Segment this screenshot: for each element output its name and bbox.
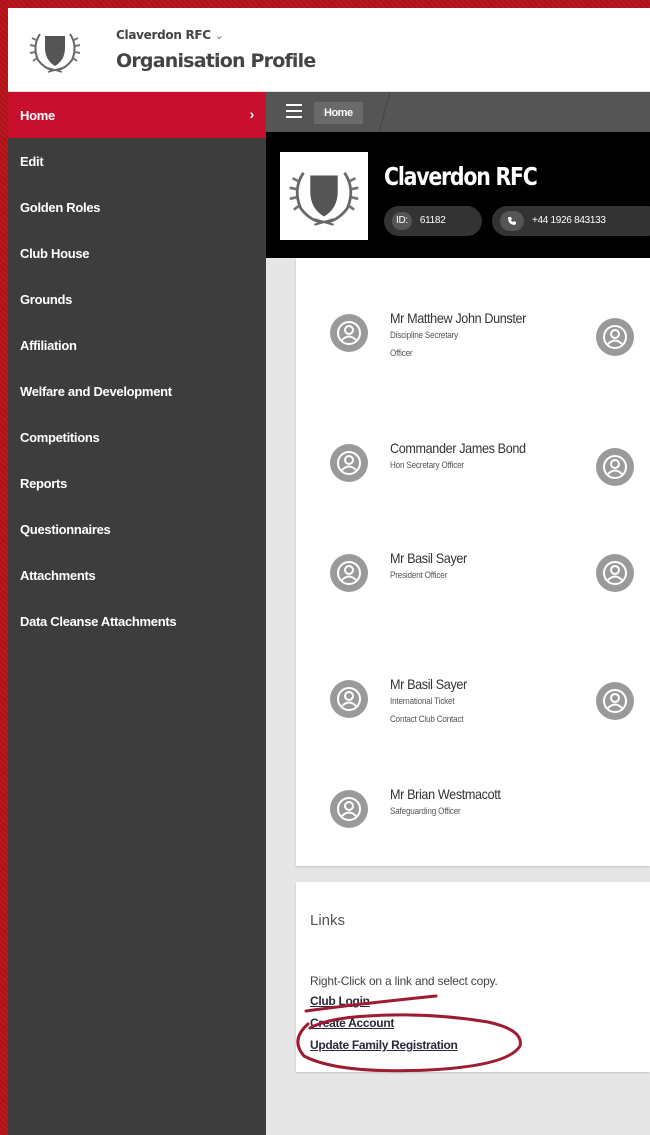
page-title: Organisation Profile — [116, 50, 316, 72]
sidebar-item-golden-roles[interactable]: Golden Roles — [8, 184, 266, 230]
breadcrumb: Home — [266, 92, 650, 132]
officer-role: Hon Secretary Officer — [390, 460, 464, 470]
sidebar-item-label: Affiliation — [20, 337, 77, 353]
sidebar-item-label: Welfare and Development — [20, 383, 172, 399]
breadcrumb-divider — [378, 92, 391, 132]
id-value: 61182 — [419, 215, 446, 226]
sidebar-nav: Home › Edit Golden Roles Club House Grou… — [8, 92, 266, 1135]
user-avatar-icon — [330, 680, 368, 718]
sidebar-item-questionnaires[interactable]: Questionnaires — [8, 506, 266, 552]
sidebar-item-reports[interactable]: Reports — [8, 460, 266, 506]
breadcrumb-home[interactable]: Home — [314, 102, 363, 124]
user-avatar-icon — [330, 790, 368, 828]
officer-card[interactable]: Mr Matthew John Dunster Discipline Secre… — [330, 310, 560, 362]
sidebar-item-grounds[interactable]: Grounds — [8, 276, 266, 322]
links-heading: Links — [310, 912, 346, 929]
user-avatar-icon — [330, 444, 368, 482]
officer-name: Mr Matthew John Dunster — [390, 310, 526, 326]
officer-role: Safeguarding Officer — [390, 806, 461, 816]
sidebar-item-competitions[interactable]: Competitions — [8, 414, 266, 460]
phone-number: +44 1926 843133 — [532, 215, 606, 226]
user-avatar-icon — [596, 448, 634, 486]
sidebar-item-label: Competitions — [20, 429, 100, 445]
hamburger-menu-icon[interactable] — [286, 104, 302, 118]
officer-card-partial[interactable] — [596, 550, 650, 615]
create-account-link[interactable]: Create Account — [310, 1016, 394, 1030]
officer-name: Mr Basil Sayer — [390, 550, 467, 566]
officer-role: Contact Club Contact — [390, 714, 464, 724]
app-frame: Claverdon RFC ⌄ Organisation Profile Hom… — [8, 8, 650, 1135]
officer-card[interactable]: Mr Brian Westmacott Safeguarding Officer — [330, 786, 560, 828]
officers-card: Mr Matthew John Dunster Discipline Secre… — [296, 258, 650, 866]
organisation-switcher[interactable]: Claverdon RFC ⌄ — [116, 28, 224, 42]
user-avatar-icon — [330, 314, 368, 352]
user-avatar-icon — [330, 554, 368, 592]
officer-name: Commander James Bond — [390, 440, 526, 456]
officer-name: Mr Basil Sayer — [390, 676, 467, 692]
officer-card[interactable]: Mr Basil Sayer President Officer — [330, 550, 560, 592]
club-crest-logo-icon[interactable] — [28, 26, 82, 76]
id-label: ID: — [392, 212, 412, 230]
officer-card-partial[interactable] — [596, 444, 650, 494]
officer-card-partial[interactable] — [596, 314, 650, 364]
top-header: Claverdon RFC ⌄ Organisation Profile — [8, 8, 650, 92]
sidebar-item-label: Golden Roles — [20, 199, 101, 215]
chevron-down-icon: ⌄ — [214, 29, 224, 42]
links-card: Links Right-Click on a link and select c… — [296, 882, 650, 1072]
sidebar-item-label: Reports — [20, 475, 68, 491]
chevron-right-icon: › — [249, 106, 255, 122]
sidebar-item-affiliation[interactable]: Affiliation — [8, 322, 266, 368]
phone-icon — [500, 211, 524, 231]
sidebar-item-welfare[interactable]: Welfare and Development — [8, 368, 266, 414]
sidebar-item-label: Attachments — [20, 567, 96, 583]
sidebar-item-label: Data Cleanse Attachments — [20, 613, 177, 629]
sidebar-item-attachments[interactable]: Attachments — [8, 552, 266, 598]
officer-role: Officer — [390, 348, 413, 358]
sidebar-item-label: Edit — [20, 153, 44, 169]
user-avatar-icon — [596, 682, 634, 720]
sidebar-item-label: Club House — [20, 245, 90, 261]
sidebar-item-data-cleanse[interactable]: Data Cleanse Attachments — [8, 598, 266, 644]
officer-role: International Ticket — [390, 696, 455, 706]
sidebar-item-label: Questionnaires — [20, 521, 111, 537]
club-crest-icon — [289, 171, 359, 226]
club-id-badge: ID: 61182 — [384, 206, 482, 236]
officer-role: Discipline Secretary — [390, 330, 458, 340]
officer-role: President Officer — [390, 570, 448, 580]
sidebar-item-home[interactable]: Home › — [8, 92, 266, 138]
org-name-text: Claverdon RFC — [116, 28, 211, 42]
sidebar-item-label: Home — [20, 107, 55, 123]
club-login-link[interactable]: Club Login — [310, 994, 370, 1008]
club-title: Claverdon RFC — [384, 162, 538, 191]
update-family-registration-link[interactable]: Update Family Registration — [310, 1038, 458, 1052]
officer-card-partial[interactable] — [596, 678, 650, 720]
officer-name: Mr Brian Westmacott — [390, 786, 501, 802]
club-banner: Claverdon RFC ID: 61182 +44 1926 843133 — [266, 132, 650, 258]
officer-card[interactable]: Commander James Bond Hon Secretary Offic… — [330, 440, 560, 482]
officer-card[interactable]: Mr Basil Sayer International Ticket Cont… — [330, 676, 560, 728]
club-phone-badge[interactable]: +44 1926 843133 — [492, 206, 650, 236]
links-instruction: Right-Click on a link and select copy. — [310, 974, 498, 988]
club-logo — [280, 152, 368, 240]
sidebar-item-label: Grounds — [20, 291, 73, 307]
user-avatar-icon — [596, 318, 634, 356]
sidebar-item-edit[interactable]: Edit — [8, 138, 266, 184]
sidebar-item-club-house[interactable]: Club House — [8, 230, 266, 276]
user-avatar-icon — [596, 554, 634, 592]
